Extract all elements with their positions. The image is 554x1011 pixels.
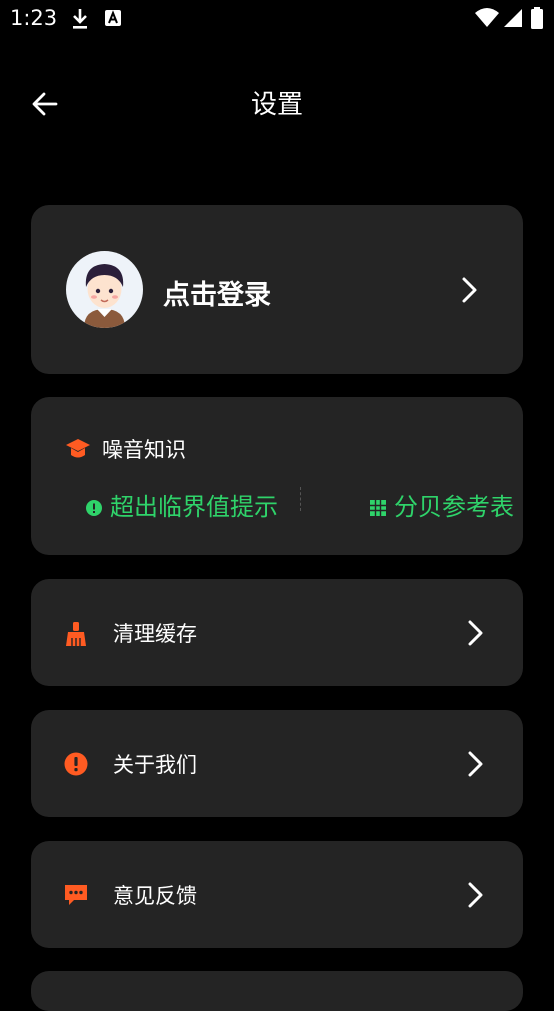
app-header: 设置 xyxy=(0,70,554,134)
graduation-cap-icon xyxy=(66,439,90,458)
avatar-illustration-icon xyxy=(84,264,125,328)
avatar xyxy=(66,251,143,328)
keyboard-a-icon xyxy=(105,10,121,26)
menu-next-partial[interactable] xyxy=(31,971,523,1011)
alert-icon xyxy=(64,752,88,776)
info-circle-icon xyxy=(86,500,102,516)
decibel-table-label: 分贝参考表 xyxy=(394,493,514,521)
table-icon xyxy=(370,500,386,516)
login-card[interactable]: 点击登录 xyxy=(31,205,523,374)
feedback-icon xyxy=(65,885,87,905)
menu-about-us[interactable]: 关于我们 xyxy=(31,710,523,817)
broom-icon xyxy=(66,622,86,646)
chevron-right-icon xyxy=(462,277,477,303)
battery-icon xyxy=(531,7,543,29)
chevron-right-icon xyxy=(468,751,483,777)
decibel-table-link[interactable]: 分贝参考表 xyxy=(370,487,514,522)
divider xyxy=(300,487,301,511)
login-label: 点击登录 xyxy=(163,280,271,311)
download-icon xyxy=(73,9,87,29)
threshold-alert-link[interactable]: 超出临界值提示 xyxy=(86,487,278,522)
page-title: 设置 xyxy=(250,90,303,120)
chevron-right-icon xyxy=(468,882,483,908)
signal-icon xyxy=(504,9,522,27)
menu-label: 关于我们 xyxy=(113,753,197,777)
status-bar: 1:23 xyxy=(0,0,554,38)
menu-label: 意见反馈 xyxy=(113,884,197,908)
menu-feedback[interactable]: 意见反馈 xyxy=(31,841,523,948)
threshold-alert-label: 超出临界值提示 xyxy=(110,493,278,521)
menu-clear-cache[interactable]: 清理缓存 xyxy=(31,579,523,686)
menu-label: 清理缓存 xyxy=(113,622,197,646)
status-time: 1:23 xyxy=(10,6,58,30)
noise-knowledge-card: 噪音知识 超出临界值提示 分贝参考表 xyxy=(31,397,523,555)
noise-knowledge-title: 噪音知识 xyxy=(102,438,186,462)
wifi-icon xyxy=(475,8,499,27)
chevron-right-icon xyxy=(468,620,483,646)
